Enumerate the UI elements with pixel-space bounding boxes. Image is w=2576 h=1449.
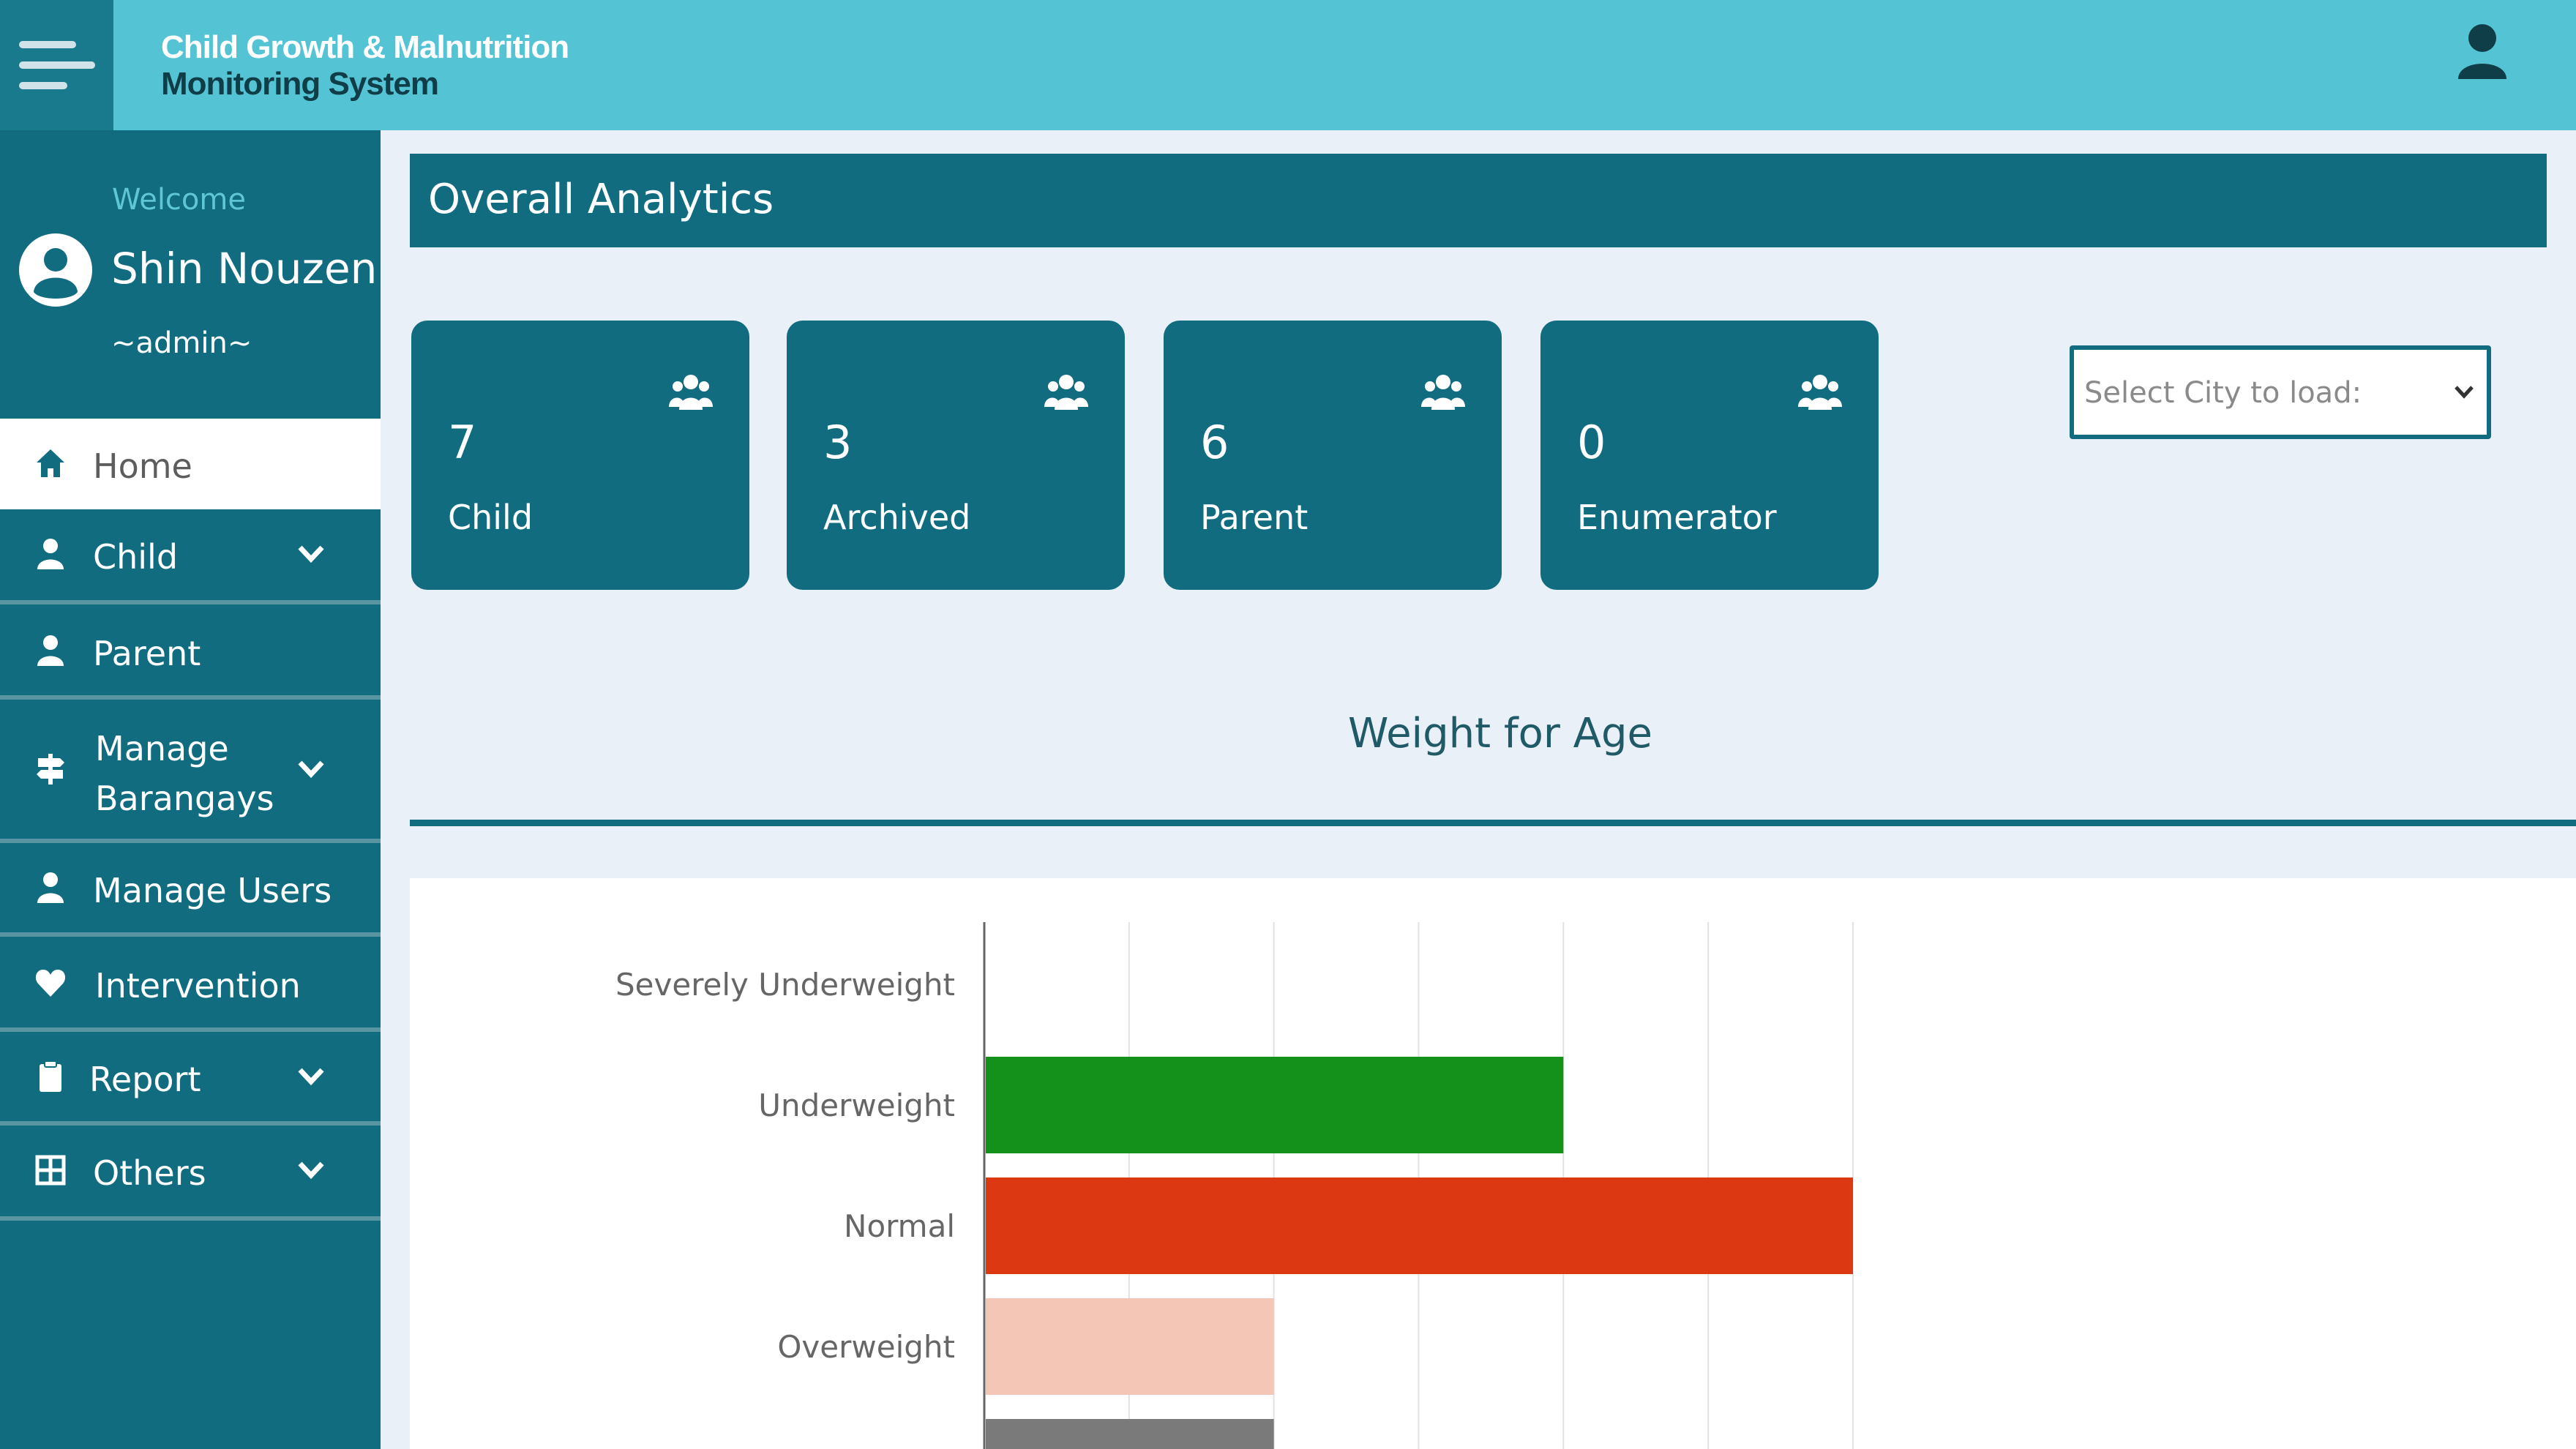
chevron-down-icon <box>298 1161 324 1180</box>
users-icon <box>669 375 713 410</box>
chart-bar[interactable] <box>986 1298 1274 1395</box>
sidebar-item-barangays[interactable]: Manage Barangays <box>0 700 381 843</box>
heart-icon <box>35 970 66 997</box>
chevron-down-icon <box>298 760 324 779</box>
weight-for-age-chart: Severely Underweight Underweight Normal Ove… <box>615 922 1854 1449</box>
top-navbar: Child Growth & Malnutrition Monitoring S… <box>0 0 2576 130</box>
users-icon <box>1421 375 1465 410</box>
user-name: Shin Nouzen <box>111 244 378 293</box>
chart-category-label: Overweight <box>777 1329 955 1365</box>
page-header: Overall Analytics <box>410 154 2547 247</box>
users-icon <box>1044 375 1088 410</box>
user-icon <box>37 635 64 666</box>
stat-card-label: Parent <box>1200 498 1308 537</box>
user-profile-panel: Welcome Shin Nouzen ~admin~ <box>0 130 381 410</box>
stat-card-archived[interactable]: 3 Archived <box>787 321 1125 590</box>
stat-card-child[interactable]: 7 Child <box>411 321 749 590</box>
sidebar-item-manage-users[interactable]: Manage Users <box>0 843 381 937</box>
stat-card-label: Child <box>448 498 533 537</box>
city-select-placeholder: Select City to load: <box>2084 376 2362 410</box>
stat-card-enumerator[interactable]: 0 Enumerator <box>1540 321 1879 590</box>
stat-card-value: 3 <box>823 416 853 469</box>
chart-category-label: Underweight <box>758 1087 955 1123</box>
sidebar-item-parent[interactable]: Parent <box>0 604 381 700</box>
sidebar-item-label: Report <box>89 1060 201 1099</box>
avatar-icon <box>19 233 92 307</box>
users-icon <box>1798 375 1842 410</box>
clipboard-icon <box>40 1060 61 1092</box>
sidebar-item-label: Manage Users <box>93 871 332 910</box>
sidebar-item-label: Manage <box>95 729 229 768</box>
app-title: Child Growth & Malnutrition Monitoring S… <box>161 29 569 102</box>
chart-category-label: Normal <box>844 1208 955 1244</box>
hamburger-icon <box>19 41 95 102</box>
chart-bar[interactable] <box>986 1419 1274 1449</box>
chart-title-text: Weight for Age <box>1347 710 1652 757</box>
sidebar-item-intervention[interactable]: Intervention <box>0 937 381 1032</box>
stat-card-value: 7 <box>448 416 477 469</box>
app-title-line2: Monitoring System <box>161 66 439 102</box>
home-icon <box>37 449 64 477</box>
user-menu-button[interactable] <box>2455 22 2510 80</box>
stat-card-value: 6 <box>1200 416 1229 469</box>
chart-category-label: Severely Underweight <box>615 967 955 1003</box>
chevron-down-icon <box>298 545 324 564</box>
sidebar-item-label: Parent <box>93 634 201 673</box>
grid-icon <box>35 1155 66 1186</box>
welcome-label: Welcome <box>112 183 246 217</box>
user-icon <box>37 872 64 903</box>
user-icon <box>37 539 64 569</box>
sidebar-item-report[interactable]: Report <box>0 1032 381 1126</box>
app-title-line1: Child Growth & Malnutrition <box>161 29 569 65</box>
sidebar: Welcome Shin Nouzen ~admin~ Home Child P… <box>0 130 381 1449</box>
sidebar-item-label: Others <box>93 1153 206 1193</box>
page-title: Overall Analytics <box>428 176 774 223</box>
signpost-icon <box>37 754 64 785</box>
chevron-down-icon <box>298 1068 324 1086</box>
menu-toggle-button[interactable] <box>0 0 113 130</box>
city-select[interactable]: Select City to load: <box>2070 345 2491 439</box>
sidebar-item-label: Child <box>93 537 179 577</box>
sidebar-item-child[interactable]: Child <box>0 509 381 604</box>
sidebar-item-others[interactable]: Others <box>0 1126 381 1221</box>
chart-panel: Severely Underweight Underweight Normal Ove… <box>410 878 2576 1449</box>
stat-card-label: Archived <box>823 498 971 537</box>
sidebar-item-label: Home <box>93 446 192 486</box>
chevron-down-icon <box>2455 386 2474 399</box>
user-icon <box>2458 24 2506 79</box>
stat-card-parent[interactable]: 6 Parent <box>1164 321 1502 590</box>
sidebar-item-label: Intervention <box>95 966 301 1006</box>
stat-card-value: 0 <box>1577 416 1606 469</box>
sidebar-item-label: Barangays <box>95 779 274 818</box>
user-role: ~admin~ <box>111 326 252 360</box>
chart-bar[interactable] <box>986 1177 1853 1274</box>
sidebar-item-home[interactable]: Home <box>0 419 381 509</box>
chart-bar[interactable] <box>986 1057 1564 1153</box>
stat-card-label: Enumerator <box>1577 498 1777 537</box>
section-divider <box>410 820 2576 826</box>
